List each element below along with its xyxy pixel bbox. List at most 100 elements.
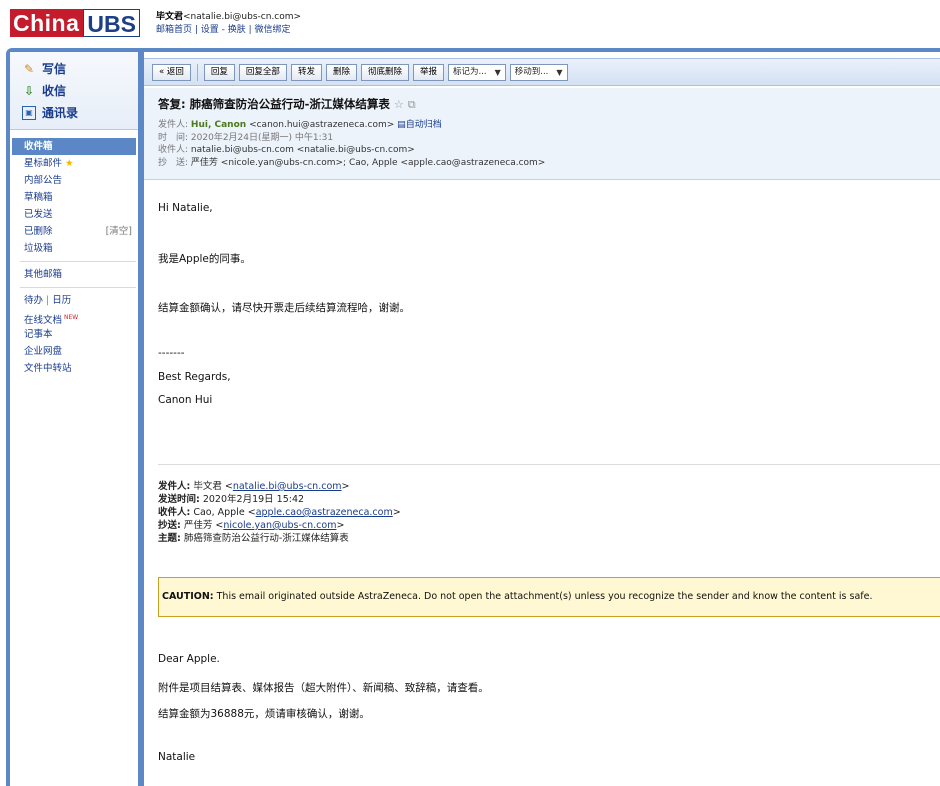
reply-button[interactable]: 回复	[203, 63, 235, 81]
folder-label: 其他邮箱	[24, 269, 63, 280]
move-to-dropdown[interactable]: 移动到... ▼	[509, 63, 568, 81]
fwd-cc-name: 严佳芳 <	[183, 520, 224, 531]
archive-icon: ▤	[397, 120, 406, 130]
todo-link[interactable]: 待办	[24, 295, 43, 306]
tool-label: 在线文档	[24, 315, 63, 327]
logo-text-ubs: UBS	[83, 9, 140, 37]
sidebar: ✎ 写信 ⇩ 收信 ▣ 通讯录 收件箱 星标邮件 ★ 内部公告 草稿箱 已发送 已…	[10, 52, 138, 786]
inbox-tray-icon: ⇩	[23, 83, 35, 98]
fwd-sent-value: 2020年2月19日 15:42	[202, 494, 305, 505]
contacts-label: 通讯录	[42, 106, 79, 120]
compose-button[interactable]: ✎ 写信	[22, 60, 66, 77]
report-button[interactable]: 举报	[412, 63, 444, 81]
logo-text-china: China	[10, 9, 84, 37]
todo-calendar-row: 待办 | 日历	[24, 295, 72, 306]
folder-announcements[interactable]: 内部公告	[12, 172, 136, 189]
cc-row: 抄 送: 严佳芳 <nicole.yan@ubs-cn.com>; Cao, A…	[158, 157, 940, 170]
folder-label: 收件箱	[24, 141, 53, 152]
move-to-label: 移动到...	[514, 66, 549, 77]
china-ubs-logo[interactable]: China UBS	[10, 9, 140, 37]
fwd-cc-email-link[interactable]: nicole.yan@ubs-cn.com	[223, 520, 336, 531]
to-label: 收件人:	[158, 145, 189, 155]
orig-signature: Natalie	[158, 751, 196, 763]
fwd-subject-row: 主题: 肺癌筛查防治公益行动-浙江媒体结算表	[158, 532, 349, 545]
folder-label: 垃圾箱	[24, 243, 53, 254]
popout-icon[interactable]: ⧉	[408, 98, 416, 111]
body-regards: Best Regards,	[158, 371, 231, 383]
cc-label: 抄 送:	[158, 157, 189, 168]
user-info: 毕文君<natalie.bi@ubs-cn.com> 邮箱首页 | 设置 - 换…	[156, 11, 301, 37]
fwd-from-name: 毕文君 <	[193, 481, 233, 492]
calendar-link[interactable]: 日历	[52, 295, 71, 306]
time-value: 2020年2月24日(星期一) 中午1:31	[190, 132, 334, 143]
fwd-from-label: 发件人:	[158, 481, 191, 492]
star-icon[interactable]: ☆	[394, 98, 404, 111]
fwd-sent-row: 发送时间: 2020年2月19日 15:42	[158, 493, 304, 506]
tool-notepad[interactable]: 记事本	[12, 326, 136, 343]
receive-button[interactable]: ⇩ 收信	[22, 82, 66, 99]
tool-netdisk[interactable]: 企业网盘	[12, 343, 136, 360]
delete-permanently-button[interactable]: 彻底删除	[360, 63, 409, 81]
compose-label: 写信	[42, 62, 67, 76]
auto-archive-link[interactable]: 自动归档	[406, 120, 442, 130]
reply-all-button[interactable]: 回复全部	[238, 63, 287, 81]
folder-deleted[interactable]: 已删除 [清空]	[12, 223, 136, 240]
fwd-subject-label: 主题:	[158, 533, 181, 544]
folder-sent[interactable]: 已发送	[12, 206, 136, 223]
delete-button[interactable]: 删除	[325, 63, 357, 81]
new-badge: NEW	[64, 314, 79, 321]
user-email: <natalie.bi@ubs-cn.com>	[183, 12, 302, 22]
fwd-to-email-link[interactable]: apple.cao@astrazeneca.com	[256, 507, 393, 518]
forward-button[interactable]: 转发	[290, 63, 322, 81]
folder-list: 收件箱 星标邮件 ★ 内部公告 草稿箱 已发送 已删除 [清空] 垃圾箱 其他邮箱 …	[12, 138, 136, 377]
time-label: 时 间:	[158, 132, 189, 143]
sender-email: <canon.hui@astrazeneca.com>	[249, 120, 395, 130]
mark-as-dropdown[interactable]: 标记为... ▼	[448, 63, 506, 81]
chevron-down-icon: ▼	[494, 67, 501, 77]
address-book-icon: ▣	[22, 105, 36, 120]
folder-inbox[interactable]: 收件箱	[12, 138, 136, 155]
orig-line: 附件是项目结算表、媒体报告（超大附件）、新闻稿、致辞稿，请查看。	[158, 682, 489, 694]
tool-online-docs[interactable]: 在线文档 NEW	[12, 309, 136, 326]
back-button[interactable]: « 返回	[152, 63, 191, 81]
fwd-sent-label: 发送时间:	[158, 494, 200, 505]
folder-drafts[interactable]: 草稿箱	[12, 189, 136, 206]
caution-banner: CAUTION: This email originated outside A…	[158, 577, 940, 617]
receive-label: 收信	[42, 84, 67, 98]
tool-label: 企业网盘	[24, 346, 63, 357]
message-header: 答复: 肺癌筛查防治公益行动-浙江媒体结算表 ☆ ⧉ 发件人: Hui, Canon…	[144, 88, 940, 180]
body-signature: Canon Hui	[158, 394, 213, 406]
fwd-to-name: Cao, Apple <	[193, 507, 256, 518]
mail-app: China UBS 毕文君<natalie.bi@ubs-cn.com> 邮箱首…	[0, 0, 940, 786]
body-greeting: Hi Natalie,	[158, 202, 213, 214]
toolbar-separator	[196, 63, 198, 81]
quote-divider	[158, 464, 940, 465]
sender-name[interactable]: Hui, Canon	[191, 120, 246, 130]
folder-other-mailbox[interactable]: 其他邮箱	[12, 266, 136, 283]
to-value: natalie.bi@ubs-cn.com <natalie.bi@ubs-cn…	[190, 145, 415, 155]
user-name: 毕文君	[156, 12, 184, 22]
caution-text: This email originated outside AstraZenec…	[216, 591, 873, 602]
folder-spam[interactable]: 垃圾箱	[12, 240, 136, 257]
tool-file-transfer[interactable]: 文件中转站	[12, 360, 136, 377]
empty-trash-link[interactable]: [清空]	[106, 223, 132, 240]
user-links[interactable]: 邮箱首页 | 设置 - 换肤 | 微信绑定	[156, 24, 301, 37]
from-label: 发件人:	[158, 120, 189, 130]
from-row: 发件人: Hui, Canon <canon.hui@astrazeneca.c…	[158, 119, 940, 132]
fwd-from-email-link[interactable]: natalie.bi@ubs-cn.com	[233, 481, 342, 492]
folder-label: 星标邮件	[24, 158, 63, 169]
folder-label: 已删除	[24, 226, 53, 237]
body-line: 结算金额确认，请尽快开票走后续结算流程哈，谢谢。	[158, 302, 410, 314]
folder-label: 草稿箱	[24, 192, 53, 203]
star-icon: ★	[65, 158, 74, 169]
folder-label: 内部公告	[24, 175, 63, 186]
orig-line: 结算金额为36888元，烦请审核确认，谢谢。	[158, 708, 370, 720]
header-details: 发件人: Hui, Canon <canon.hui@astrazeneca.c…	[158, 119, 940, 169]
mark-as-label: 标记为...	[453, 66, 487, 77]
fwd-cc-label: 抄送:	[158, 520, 181, 531]
fwd-to-row: 收件人: Cao, Apple <apple.cao@astrazeneca.c…	[158, 507, 401, 518]
folder-starred[interactable]: 星标邮件 ★	[12, 155, 136, 172]
contacts-button[interactable]: ▣ 通讯录	[22, 104, 78, 121]
divider	[20, 287, 136, 288]
fwd-to-label: 收件人:	[158, 507, 191, 518]
